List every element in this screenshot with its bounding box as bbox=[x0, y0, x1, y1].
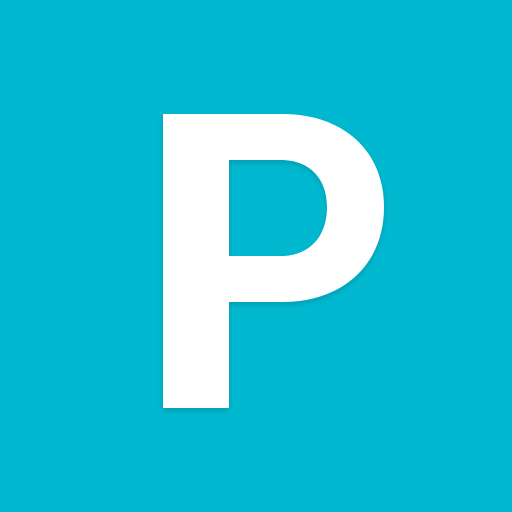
letter-p-icon bbox=[163, 114, 384, 408]
letter-p-shape bbox=[163, 114, 384, 408]
app-icon: P bbox=[0, 0, 512, 512]
